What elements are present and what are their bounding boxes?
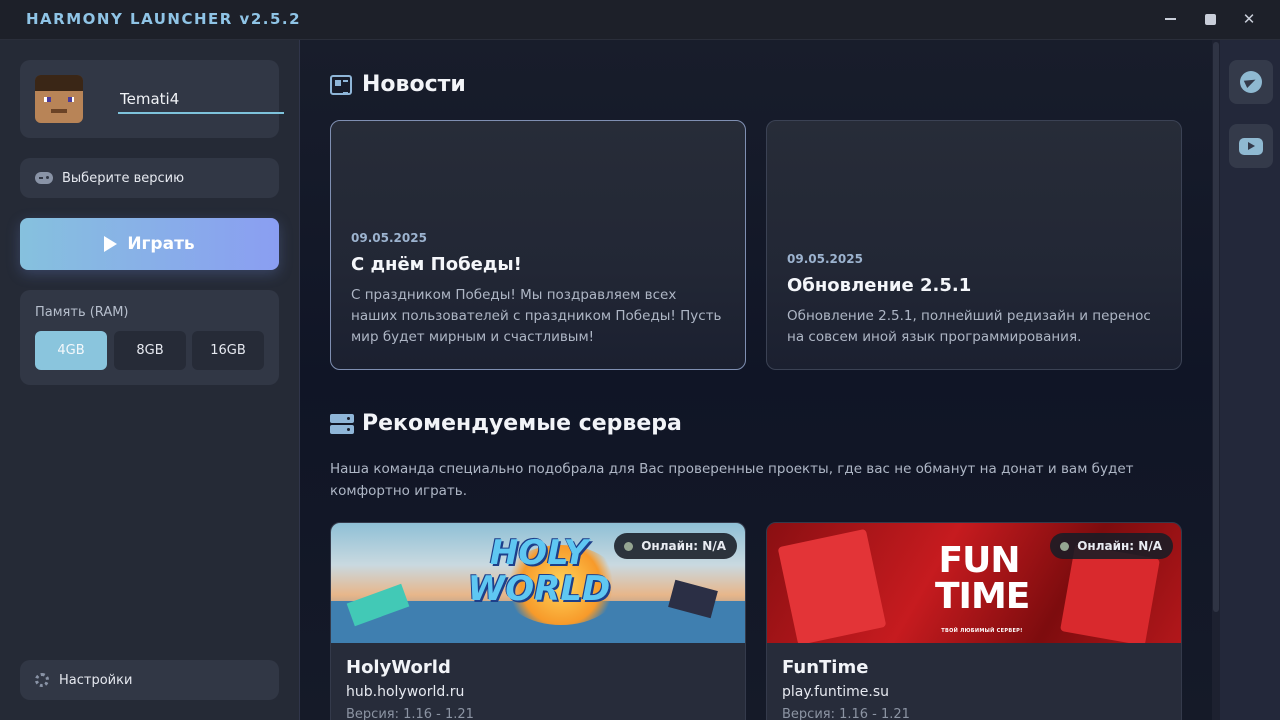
server-card[interactable]: FUN TIME ТВОЙ ЛЮБИМЫЙ СЕРВЕР! Онлайн: N/… <box>766 522 1182 720</box>
sidebar: Выберите версию Играть Память (RAM) 4GB … <box>0 40 300 720</box>
servers-title-text: Рекомендуемые сервера <box>362 411 682 436</box>
profile-panel <box>20 60 284 138</box>
news-date: 09.05.2025 <box>787 252 863 266</box>
newspaper-icon <box>330 74 352 95</box>
app-title: HARMONY LAUNCHER v2.5.2 <box>26 10 302 28</box>
scrollbar-thumb[interactable] <box>1213 42 1219 612</box>
server-banner: HOLY WORLD Онлайн: N/A <box>331 523 745 643</box>
avatar <box>35 75 83 123</box>
online-badge: Онлайн: N/A <box>614 533 737 559</box>
server-version: Версия: 1.16 - 1.21 <box>346 707 474 720</box>
news-card[interactable]: 09.05.2025 Обновление 2.5.1 Обновление 2… <box>766 120 1182 370</box>
server-banner-tagline: ТВОЙ ЛЮБИМЫЙ СЕРВЕР! <box>941 628 1023 634</box>
news-body: Обновление 2.5.1, полнейший редизайн и п… <box>787 308 1151 345</box>
server-card[interactable]: HOLY WORLD Онлайн: N/A HolyWorld hub.hol… <box>330 522 746 720</box>
social-bar <box>1220 40 1280 720</box>
ram-panel: Память (RAM) 4GB 8GB 16GB <box>20 290 279 385</box>
news-section-title: Новости <box>330 72 466 97</box>
news-body: С праздником Победы! Мы поздравляем всех… <box>351 287 722 345</box>
play-label: Играть <box>127 234 195 254</box>
status-dot-icon <box>1060 541 1070 551</box>
online-status: Онлайн: N/A <box>641 539 726 553</box>
youtube-button[interactable] <box>1229 124 1273 168</box>
gamepad-icon <box>35 172 53 184</box>
maximize-icon <box>1204 13 1216 25</box>
server-banner-logo: HOLY WORLD <box>467 533 611 609</box>
online-badge: Онлайн: N/A <box>1050 533 1173 559</box>
play-button[interactable]: Играть <box>20 218 279 270</box>
news-date: 09.05.2025 <box>351 231 427 245</box>
username-input[interactable] <box>118 86 284 114</box>
close-icon: ✕ <box>1242 10 1256 28</box>
ram-option-8gb[interactable]: 8GB <box>114 331 186 370</box>
version-select-label: Выберите версию <box>62 170 185 186</box>
news-title-text: Новости <box>362 72 466 97</box>
settings-label: Настройки <box>59 672 133 688</box>
maximize-button[interactable] <box>1198 8 1222 30</box>
server-name: FunTime <box>782 657 869 678</box>
gear-icon <box>35 673 49 687</box>
ram-option-4gb[interactable]: 4GB <box>35 331 107 370</box>
server-icon <box>330 413 354 434</box>
telegram-icon <box>1240 71 1262 93</box>
minimize-icon <box>1164 18 1176 20</box>
news-headline: Обновление 2.5.1 <box>787 275 972 296</box>
main-content[interactable]: Новости 09.05.2025 С днём Победы! С праз… <box>300 40 1212 720</box>
server-host[interactable]: hub.holyworld.ru <box>346 684 474 700</box>
online-status: Онлайн: N/A <box>1077 539 1162 553</box>
telegram-button[interactable] <box>1229 60 1273 104</box>
ram-title: Память (RAM) <box>35 305 129 320</box>
server-name: HolyWorld <box>346 657 451 678</box>
server-host[interactable]: play.funtime.su <box>782 684 910 700</box>
server-banner-logo: FUN TIME <box>935 540 1030 617</box>
close-button[interactable]: ✕ <box>1237 8 1261 30</box>
youtube-icon <box>1239 137 1263 155</box>
server-banner: FUN TIME ТВОЙ ЛЮБИМЫЙ СЕРВЕР! Онлайн: N/… <box>767 523 1181 643</box>
server-version: Версия: 1.16 - 1.21 <box>782 707 910 720</box>
news-card[interactable]: 09.05.2025 С днём Победы! С праздником П… <box>330 120 746 370</box>
version-select-button[interactable]: Выберите версию <box>20 158 279 198</box>
servers-description: Наша команда специально подобрала для Ва… <box>330 461 1134 499</box>
servers-section-title: Рекомендуемые сервера <box>330 411 682 436</box>
minimize-button[interactable] <box>1158 8 1182 30</box>
settings-button[interactable]: Настройки <box>20 660 279 700</box>
title-bar: HARMONY LAUNCHER v2.5.2 ✕ <box>0 0 1280 40</box>
play-icon <box>104 236 118 252</box>
news-headline: С днём Победы! <box>351 254 522 275</box>
ram-option-16gb[interactable]: 16GB <box>192 331 264 370</box>
status-dot-icon <box>624 541 634 551</box>
